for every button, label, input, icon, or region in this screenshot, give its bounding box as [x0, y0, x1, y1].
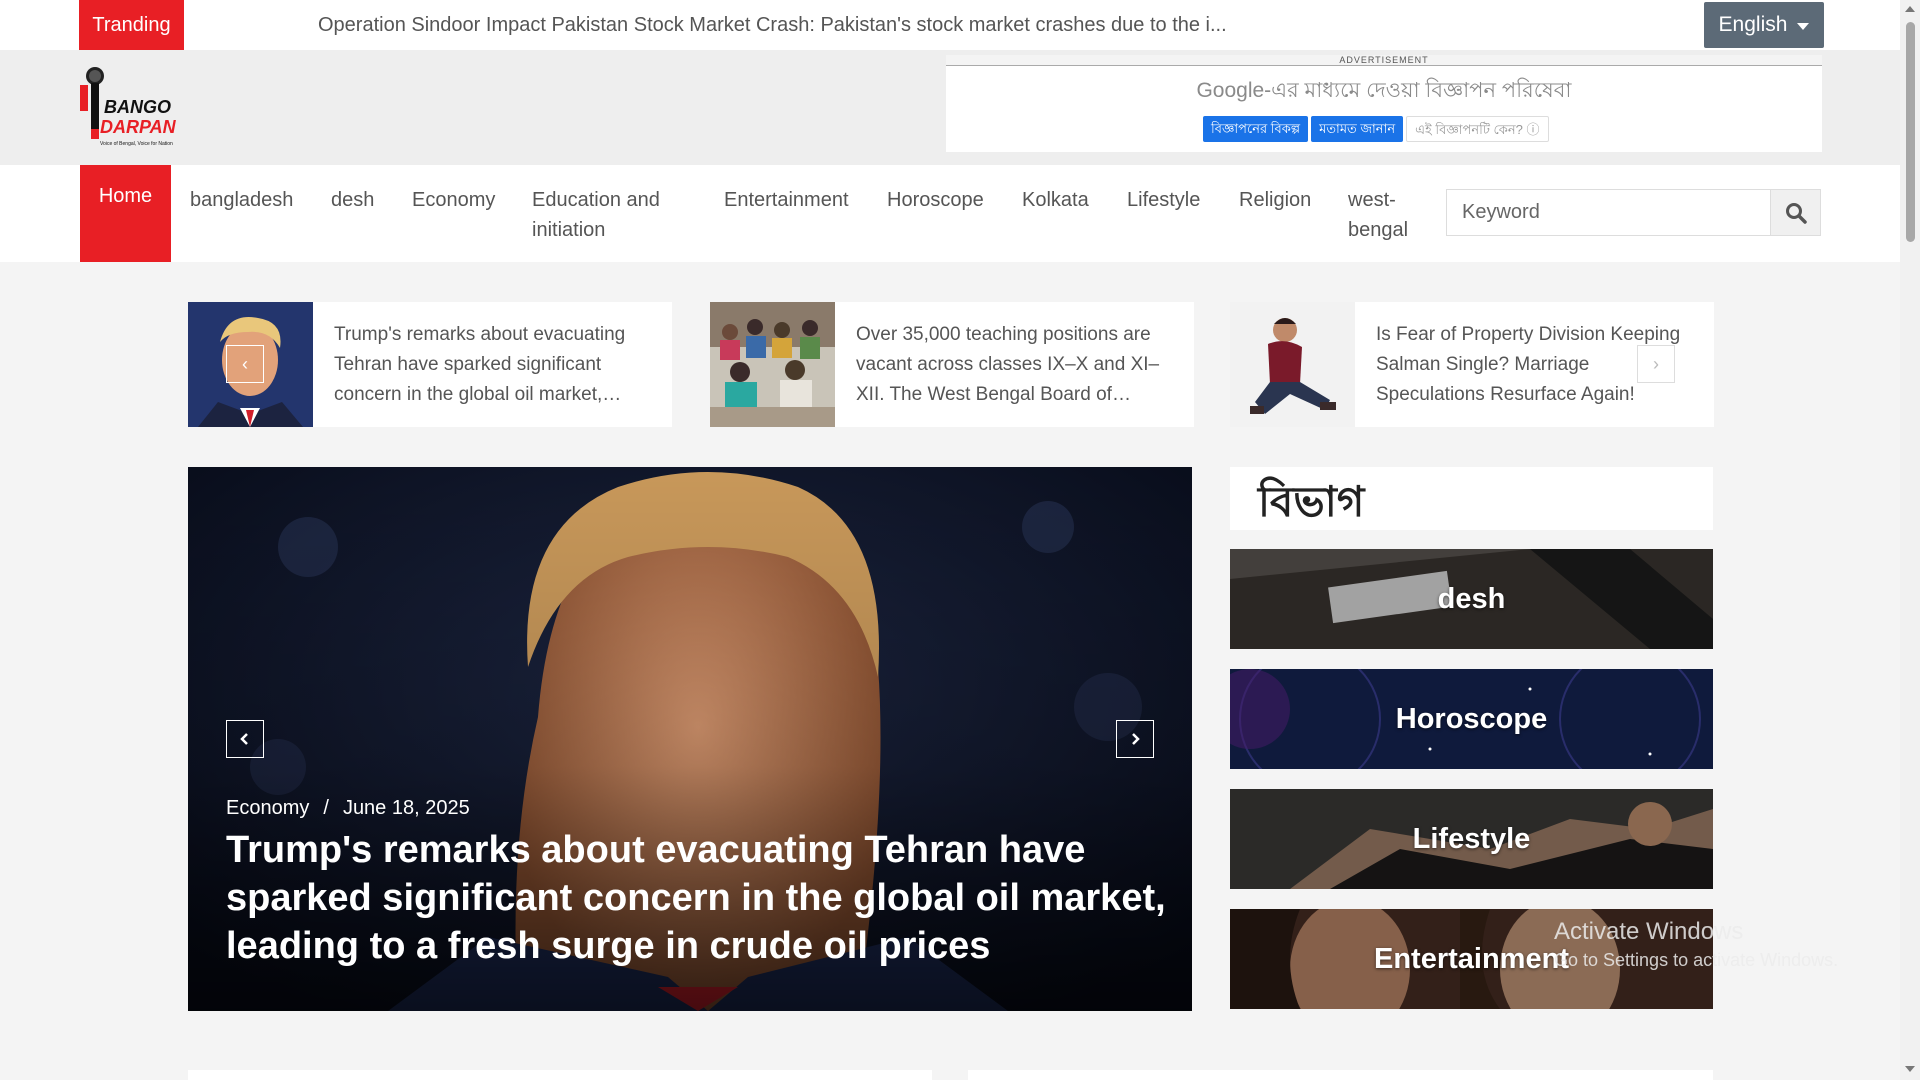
chevron-right-icon: [1132, 733, 1140, 745]
ad-why-button[interactable]: এই বিজ্ঞাপনটি কেন? ⓘ: [1406, 116, 1549, 142]
hero-meta: Economy / June 18, 2025: [226, 797, 470, 820]
activation-watermark-subtitle: Go to Settings to activate Windows.: [1554, 950, 1839, 970]
advertisement-banner[interactable]: ADVERTISEMENT Google-এর মাধ্যমে দেওয়া ব…: [946, 55, 1822, 152]
category-label: Lifestyle: [1412, 822, 1531, 855]
meta-separator: /: [323, 797, 329, 819]
nav-item-lifestyle[interactable]: Lifestyle: [1127, 185, 1200, 215]
nav-item-kolkata[interactable]: Kolkata: [1022, 185, 1089, 215]
nav-item-religion[interactable]: Religion: [1239, 185, 1311, 215]
category-tile-horoscope[interactable]: Horoscope: [1230, 669, 1713, 769]
ad-label: ADVERTISEMENT: [946, 55, 1822, 65]
nav-item-education[interactable]: Education and initiation: [532, 185, 682, 245]
story-thumbnail[interactable]: ‹: [188, 302, 313, 427]
hero-title[interactable]: Trump's remarks about evacuating Tehran …: [226, 826, 1166, 970]
chevron-right-icon[interactable]: ›: [1637, 345, 1675, 383]
search-field[interactable]: [1446, 189, 1771, 236]
nav-item-west-bengal[interactable]: west- bengal: [1348, 185, 1408, 245]
category-header: বিভাগ: [1230, 467, 1713, 530]
site-logo[interactable]: BANGO DARPAN Voice of Bengal, Voice for …: [78, 65, 182, 151]
category-tile-lifestyle[interactable]: Lifestyle: [1230, 789, 1713, 889]
svg-text:BANGO: BANGO: [104, 97, 171, 117]
top-bar: Tranding Operation Sindoor Impact Pakist…: [0, 0, 1900, 50]
story-card[interactable]: Is Fear of Property Division Keeping Sal…: [1230, 302, 1714, 427]
story-thumbnail[interactable]: [1230, 302, 1355, 427]
ad-headline: Google-এর মাধ্যমে দেওয়া বিজ্ঞাপন পরিষেব…: [1196, 79, 1572, 102]
activation-watermark-title: Activate Windows: [1554, 918, 1744, 945]
story-text[interactable]: Trump's remarks about evacuating Tehran …: [334, 320, 659, 410]
nav-item-horoscope[interactable]: Horoscope: [887, 185, 984, 215]
bottom-card: [968, 1070, 1713, 1080]
bottom-card: [188, 1070, 932, 1080]
svg-text:DARPAN: DARPAN: [100, 117, 177, 137]
chevron-left-icon: [240, 733, 248, 745]
story-card[interactable]: ‹ Trump's remarks about evacuating Tehra…: [188, 302, 672, 427]
nav-item-economy[interactable]: Economy: [412, 185, 495, 215]
hero-date: June 18, 2025: [342, 797, 470, 819]
scroll-up-icon[interactable]: [1905, 6, 1915, 12]
search-input[interactable]: [1447, 190, 1763, 235]
slider-prev-button[interactable]: [226, 720, 264, 758]
ad-feedback-button[interactable]: মতামত জানান: [1311, 116, 1404, 142]
chevron-left-icon[interactable]: ‹: [226, 345, 264, 383]
story-text[interactable]: Over 35,000 teaching positions are vacan…: [856, 320, 1181, 410]
nav-item-home[interactable]: Home: [80, 165, 171, 262]
ad-options-button[interactable]: বিজ্ঞাপনের বিকল্প: [1203, 116, 1309, 142]
language-dropdown[interactable]: English: [1704, 2, 1824, 48]
main-nav: Home bangladesh desh Economy Education a…: [0, 165, 1900, 262]
nav-item-desh[interactable]: desh: [331, 185, 374, 215]
search-button[interactable]: [1770, 189, 1821, 236]
slider-next-button[interactable]: [1116, 720, 1154, 758]
story-card[interactable]: Over 35,000 teaching positions are vacan…: [710, 302, 1194, 427]
nav-item-bangladesh[interactable]: bangladesh: [190, 185, 293, 215]
language-label: English: [1718, 13, 1788, 36]
nav-item-entertainment[interactable]: Entertainment: [724, 185, 849, 215]
category-tile-desh[interactable]: desh: [1230, 549, 1713, 649]
category-label: Horoscope: [1395, 702, 1548, 735]
news-ticker[interactable]: Operation Sindoor Impact Pakistan Stock …: [318, 0, 1248, 50]
svg-text:Voice of Bengal, Voice for Nat: Voice of Bengal, Voice for Nation: [100, 141, 173, 147]
scroll-down-icon[interactable]: [1905, 1066, 1915, 1072]
story-thumbnail[interactable]: [710, 302, 835, 427]
caret-down-icon: [1797, 22, 1810, 30]
scrollbar-thumb[interactable]: [1906, 22, 1915, 242]
search-icon: [1785, 202, 1807, 224]
trending-label: Tranding: [79, 0, 184, 50]
hero-category[interactable]: Economy: [226, 797, 309, 819]
category-title: বিভাগ: [1258, 477, 1365, 526]
category-label: desh: [1437, 582, 1506, 615]
